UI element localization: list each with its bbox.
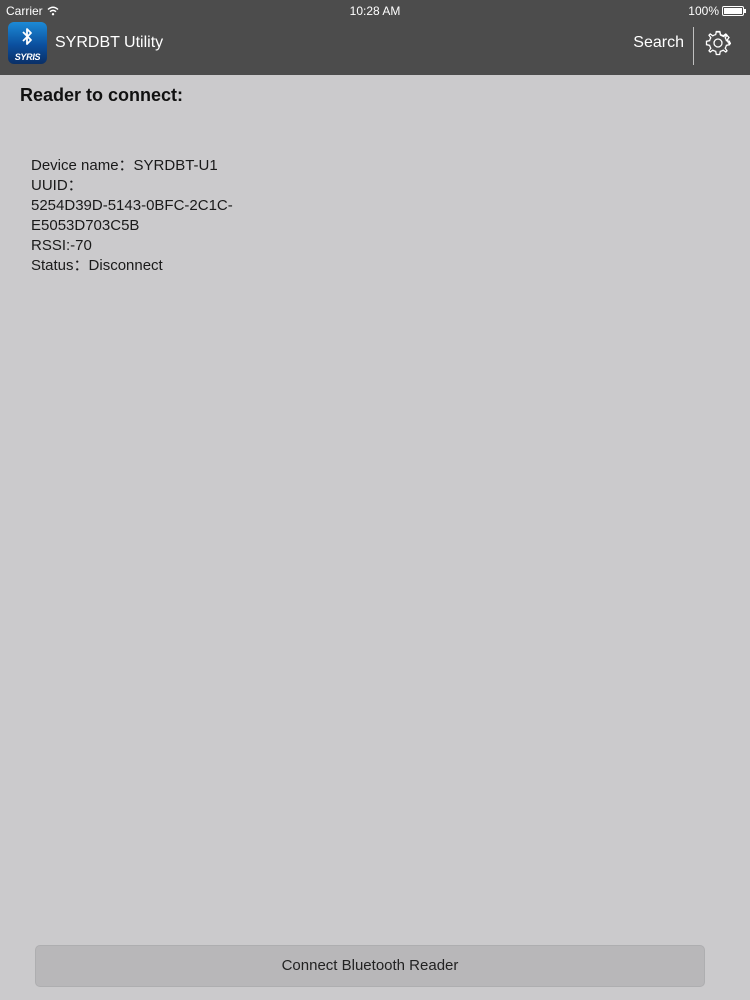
device-uuid-label: UUID：: [31, 177, 83, 194]
device-rssi: RSSI:-70: [31, 237, 92, 254]
device-status: Status：Disconnect: [31, 257, 163, 274]
bluetooth-icon: [22, 28, 32, 45]
section-title: Reader to connect:: [20, 85, 184, 105]
battery-indicator: 100%: [688, 4, 746, 18]
status-time: 10:28 AM: [349, 4, 401, 18]
app-title: SYRDBT Utility: [55, 34, 164, 51]
navigation-bar: SYRIS SYRDBT Utility Search: [0, 22, 750, 75]
settings-button[interactable]: [705, 30, 732, 56]
device-info[interactable]: Device name：SYRDBT-U1 UUID： 5254D39D-514…: [31, 156, 291, 276]
device-name: Device name：SYRDBT-U1: [31, 157, 218, 174]
status-bar: Carrier 10:28 AM 100%: [0, 0, 750, 22]
app-icon: SYRIS: [8, 22, 47, 64]
app-icon-brand: SYRIS: [14, 52, 41, 62]
device-uuid-value-2: E5053D703C5B: [31, 217, 140, 234]
battery-icon: [722, 6, 746, 16]
device-uuid-value-1: 5254D39D-5143-0BFC-2C1C-: [31, 197, 233, 214]
battery-percent: 100%: [688, 4, 719, 18]
nav-divider: [693, 27, 694, 65]
gear-icon: [705, 30, 732, 56]
search-button[interactable]: Search: [633, 34, 684, 52]
connect-bluetooth-reader-button[interactable]: Connect Bluetooth Reader: [35, 945, 705, 987]
